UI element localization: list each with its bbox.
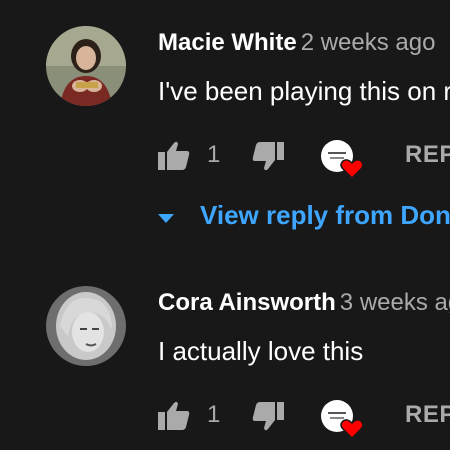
caret-down-icon: [158, 198, 174, 232]
thumbs-down-icon[interactable]: [252, 142, 284, 177]
thumbs-up-icon[interactable]: [158, 140, 190, 175]
reply-button[interactable]: REPLY: [405, 140, 450, 170]
author-name[interactable]: Macie White: [158, 29, 297, 56]
comment-actions: 1 REPLY: [158, 138, 450, 180]
avatar[interactable]: [46, 286, 126, 366]
thumbs-down-icon[interactable]: [252, 402, 284, 437]
thumbs-up-icon[interactable]: [158, 400, 190, 435]
comment-header: Macie White 2 weeks ago: [158, 28, 435, 58]
view-replies-button[interactable]: View reply from Donny Benet: [158, 198, 450, 232]
avatar[interactable]: [46, 26, 126, 106]
comment-actions: 1 REPLY: [158, 398, 450, 440]
comment-time[interactable]: 3 weeks ago: [340, 289, 450, 316]
creator-heart-icon: [319, 398, 365, 445]
like-count: 1: [207, 141, 221, 168]
comment-time[interactable]: 2 weeks ago: [301, 29, 436, 56]
comments-section: Macie White 2 weeks ago I've been playing…: [0, 0, 450, 450]
comment-text: I actually love this: [158, 336, 364, 366]
creator-heart-icon: [319, 138, 365, 185]
view-replies-label: View reply from Donny Benet: [200, 200, 450, 230]
like-count: 1: [207, 401, 221, 428]
reply-button[interactable]: REPLY: [405, 400, 450, 430]
author-name[interactable]: Cora Ainsworth: [158, 289, 336, 316]
comment-header: Cora Ainsworth3 weeks ago: [158, 288, 450, 318]
comment-text: I've been playing this on repeat: [158, 76, 450, 106]
